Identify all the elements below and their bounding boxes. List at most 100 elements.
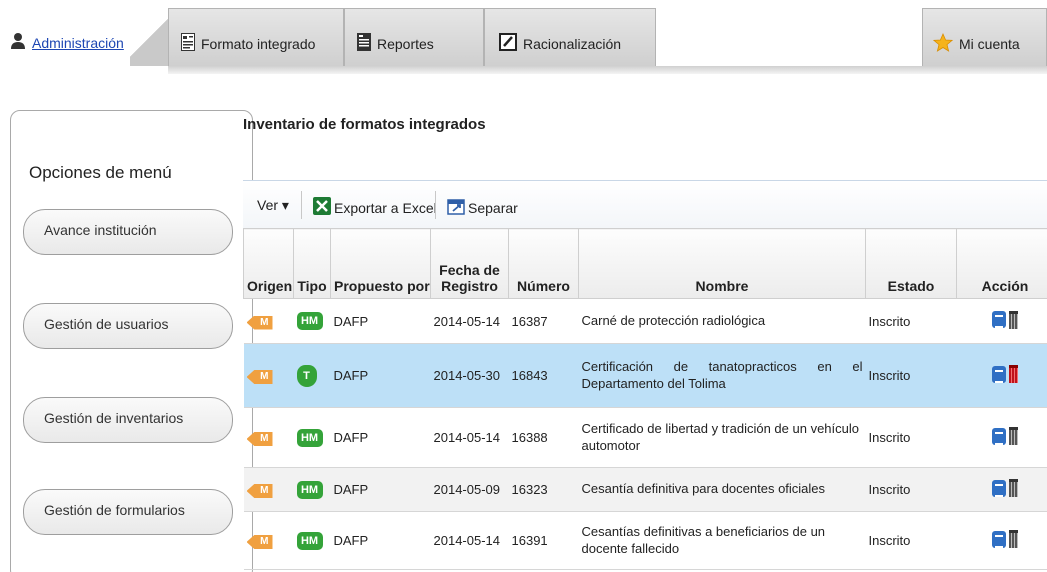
accion-cell bbox=[956, 467, 1047, 512]
trash-icon[interactable] bbox=[1009, 530, 1018, 549]
table-row[interactable]: M HM DAFP 2014-05-14 16391 Cesantías def… bbox=[243, 511, 1047, 570]
origen-badge-m: M bbox=[246, 370, 273, 384]
origen-badge-m: M bbox=[246, 535, 273, 549]
edit-icon bbox=[499, 33, 517, 54]
trash-icon[interactable] bbox=[1009, 365, 1018, 384]
estado-cell: Inscrito bbox=[865, 511, 957, 570]
view-document-icon[interactable] bbox=[992, 311, 1006, 329]
view-document-icon[interactable] bbox=[992, 479, 1006, 497]
numero-cell: 16323 bbox=[508, 467, 579, 512]
tab-fold-decoration bbox=[130, 8, 168, 68]
col-header-fecha-registro[interactable]: Fecha de Registro bbox=[430, 228, 509, 299]
col-header-tipo[interactable]: Tipo bbox=[293, 228, 331, 299]
tipo-cell: HM bbox=[293, 511, 331, 570]
tab-reportes[interactable]: Reportes bbox=[344, 8, 484, 66]
separar-label: Separar bbox=[468, 199, 518, 216]
tab-administracion-label: Administración bbox=[32, 35, 124, 51]
accion-cell bbox=[956, 298, 1047, 344]
report-icon bbox=[357, 33, 371, 54]
origen-cell: M bbox=[243, 298, 294, 344]
table-row[interactable]: M HM DAFP 2014-05-14 16388 Certificado d… bbox=[243, 407, 1047, 468]
propuesto-cell: DAFP bbox=[330, 343, 431, 408]
menu-gestion-inventarios-button[interactable]: Gestión de inventarios bbox=[23, 397, 233, 443]
tab-mi-cuenta-label: Mi cuenta bbox=[959, 36, 1020, 52]
propuesto-cell: DAFP bbox=[330, 467, 431, 512]
tipo-cell: HM bbox=[293, 407, 331, 468]
fecha-cell: 2014-05-14 bbox=[430, 298, 509, 344]
menu-gestion-formularios-button[interactable]: Gestión de formularios bbox=[23, 489, 233, 535]
tipo-badge: HM bbox=[296, 312, 323, 330]
tipo-cell: HM bbox=[293, 298, 331, 344]
propuesto-cell: DAFP bbox=[330, 298, 431, 344]
col-header-nombre[interactable]: Nombre bbox=[578, 228, 866, 299]
view-document-icon[interactable] bbox=[992, 365, 1006, 383]
col-header-estado[interactable]: Estado bbox=[865, 228, 957, 299]
origen-cell: M bbox=[243, 511, 294, 570]
tipo-badge: HM bbox=[296, 531, 323, 550]
accion-cell bbox=[956, 511, 1047, 570]
propuesto-cell: DAFP bbox=[330, 407, 431, 468]
nombre-cell: Certificado de libertad y tradición de u… bbox=[578, 407, 866, 468]
trash-icon[interactable] bbox=[1009, 310, 1018, 329]
export-excel-label: Exportar a Excel bbox=[334, 199, 437, 216]
origen-cell: M bbox=[243, 407, 294, 468]
table-row[interactable]: M HM DAFP 2014-05-14 16387 Carné de prot… bbox=[243, 298, 1047, 344]
col-header-propuesto-por[interactable]: Propuesto por bbox=[330, 228, 431, 299]
origen-badge-m: M bbox=[246, 484, 273, 498]
page-title: Inventario de formatos integrados bbox=[243, 116, 486, 133]
accion-cell bbox=[956, 407, 1047, 468]
fecha-cell: 2014-05-14 bbox=[430, 407, 509, 468]
table-header-row: Origen Tipo Propuesto por Fecha de Regis… bbox=[243, 228, 1047, 299]
nombre-cell: Cesantía definitiva para docentes oficia… bbox=[578, 467, 866, 512]
tab-formato-integrado[interactable]: Formato integrado bbox=[168, 8, 344, 66]
table-row[interactable]: M HM DAFP 2014-05-09 16323 Cesantía defi… bbox=[243, 467, 1047, 512]
tipo-cell: T bbox=[293, 343, 331, 408]
excel-icon bbox=[313, 197, 331, 218]
accion-cell bbox=[956, 343, 1047, 408]
view-document-icon[interactable] bbox=[992, 530, 1006, 548]
active-tab-gap bbox=[0, 66, 168, 74]
top-tab-bar: Administración Formato integrado Reporte… bbox=[0, 0, 1047, 92]
fecha-cell: 2014-05-14 bbox=[430, 511, 509, 570]
origen-cell: M bbox=[243, 467, 294, 512]
tab-reportes-label: Reportes bbox=[377, 36, 434, 52]
tipo-cell: HM bbox=[293, 467, 331, 512]
toolbar-divider bbox=[435, 191, 436, 219]
menu-avance-institucion-button[interactable]: Avance institución bbox=[23, 209, 233, 255]
col-header-accion[interactable]: Acción bbox=[956, 228, 1047, 299]
toolbar-divider bbox=[301, 191, 302, 219]
form-icon bbox=[181, 33, 195, 54]
menu-gestion-usuarios-button[interactable]: Gestión de usuarios bbox=[23, 303, 233, 349]
nombre-cell: Cesantías definitivas a beneficiarios de… bbox=[578, 511, 866, 570]
formats-table: Origen Tipo Propuesto por Fecha de Regis… bbox=[243, 228, 1047, 570]
tab-racionalizacion[interactable]: Racionalización bbox=[484, 8, 656, 66]
origen-badge-m: M bbox=[246, 432, 273, 446]
separar-button[interactable]: Separar bbox=[447, 197, 518, 218]
tipo-badge: T bbox=[296, 364, 317, 387]
user-icon bbox=[10, 32, 26, 53]
estado-cell: Inscrito bbox=[865, 298, 957, 344]
trash-icon[interactable] bbox=[1009, 427, 1018, 446]
ver-dropdown[interactable]: Ver ▾ bbox=[257, 197, 289, 214]
view-document-icon[interactable] bbox=[992, 427, 1006, 445]
fecha-cell: 2014-05-09 bbox=[430, 467, 509, 512]
estado-cell: Inscrito bbox=[865, 467, 957, 512]
origen-cell: M bbox=[243, 343, 294, 408]
grid-toolbar: Ver ▾ Exportar a Excel Separar bbox=[243, 180, 1047, 228]
table-row-selected[interactable]: M T DAFP 2014-05-30 16843 Certificación … bbox=[243, 343, 1047, 408]
nombre-cell: Carné de protección radiológica bbox=[578, 298, 866, 344]
tab-mi-cuenta[interactable]: Mi cuenta bbox=[922, 8, 1047, 66]
numero-cell: 16843 bbox=[508, 343, 579, 408]
export-excel-button[interactable]: Exportar a Excel bbox=[313, 197, 437, 218]
tipo-badge: HM bbox=[296, 480, 323, 499]
window-split-icon bbox=[447, 197, 465, 218]
propuesto-cell: DAFP bbox=[330, 511, 431, 570]
numero-cell: 16388 bbox=[508, 407, 579, 468]
col-header-numero[interactable]: Número bbox=[508, 228, 579, 299]
col-header-origen[interactable]: Origen bbox=[243, 228, 294, 299]
numero-cell: 16387 bbox=[508, 298, 579, 344]
trash-icon[interactable] bbox=[1009, 479, 1018, 498]
tipo-badge: HM bbox=[296, 428, 323, 447]
origen-badge-m: M bbox=[246, 315, 273, 330]
estado-cell: Inscrito bbox=[865, 343, 957, 408]
